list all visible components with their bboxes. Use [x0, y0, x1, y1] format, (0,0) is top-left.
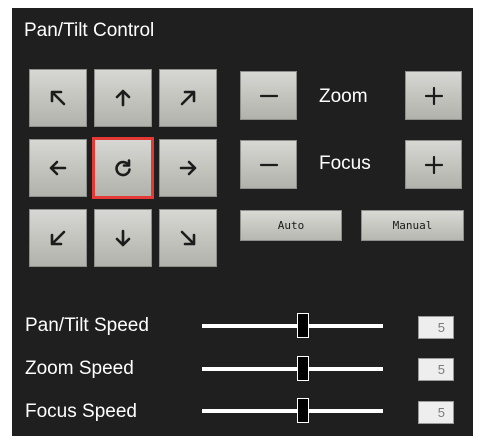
- tilt-down-button[interactable]: [94, 209, 152, 267]
- focus-label: Focus: [319, 153, 371, 174]
- up-right-arrow-icon: [180, 90, 196, 106]
- zoom-speed-value[interactable]: 5: [418, 358, 454, 381]
- pan-up-right-button[interactable]: [159, 69, 217, 127]
- manual-focus-button[interactable]: Manual: [361, 210, 464, 241]
- up-left-arrow-icon: [50, 90, 66, 106]
- tilt-up-button[interactable]: [94, 69, 152, 127]
- up-arrow-icon: [115, 89, 131, 107]
- down-arrow-icon: [115, 229, 131, 247]
- zoom-in-button[interactable]: [405, 71, 462, 120]
- zoom-out-button[interactable]: [240, 71, 297, 120]
- pan-tilt-speed-thumb[interactable]: [297, 313, 309, 338]
- auto-focus-button[interactable]: Auto: [240, 210, 342, 241]
- home-reset-icon: [115, 159, 131, 177]
- left-arrow-icon: [49, 160, 67, 176]
- focus-far-button[interactable]: [405, 140, 462, 189]
- down-right-arrow-icon: [180, 230, 196, 246]
- minus-icon: [259, 163, 278, 166]
- pan-tilt-speed-slider[interactable]: [202, 313, 383, 338]
- plus-icon: [424, 155, 443, 174]
- pan-left-button[interactable]: [29, 139, 87, 197]
- pan-right-button[interactable]: [159, 139, 217, 197]
- pan-tilt-speed-label: Pan/Tilt Speed: [25, 315, 149, 336]
- home-reset-button[interactable]: [92, 137, 154, 199]
- focus-speed-thumb[interactable]: [297, 398, 309, 423]
- focus-speed-label: Focus Speed: [25, 401, 137, 422]
- focus-speed-slider[interactable]: [202, 398, 383, 423]
- zoom-speed-label: Zoom Speed: [25, 358, 134, 379]
- pan-tilt-control-panel: Pan/Tilt Control Zoom Focus Auto Manual …: [12, 8, 473, 436]
- down-left-arrow-icon: [50, 230, 66, 246]
- plus-icon: [424, 86, 443, 105]
- pan-down-right-button[interactable]: [159, 209, 217, 267]
- pan-tilt-speed-value[interactable]: 5: [418, 316, 454, 339]
- zoom-speed-thumb[interactable]: [297, 356, 309, 381]
- minus-icon: [259, 94, 278, 97]
- pan-up-left-button[interactable]: [29, 69, 87, 127]
- right-arrow-icon: [179, 160, 197, 176]
- focus-speed-value[interactable]: 5: [418, 401, 454, 424]
- zoom-speed-slider[interactable]: [202, 356, 383, 381]
- focus-near-button[interactable]: [240, 140, 297, 189]
- pan-down-left-button[interactable]: [29, 209, 87, 267]
- panel-title: Pan/Tilt Control: [24, 20, 155, 41]
- zoom-label: Zoom: [319, 86, 368, 107]
